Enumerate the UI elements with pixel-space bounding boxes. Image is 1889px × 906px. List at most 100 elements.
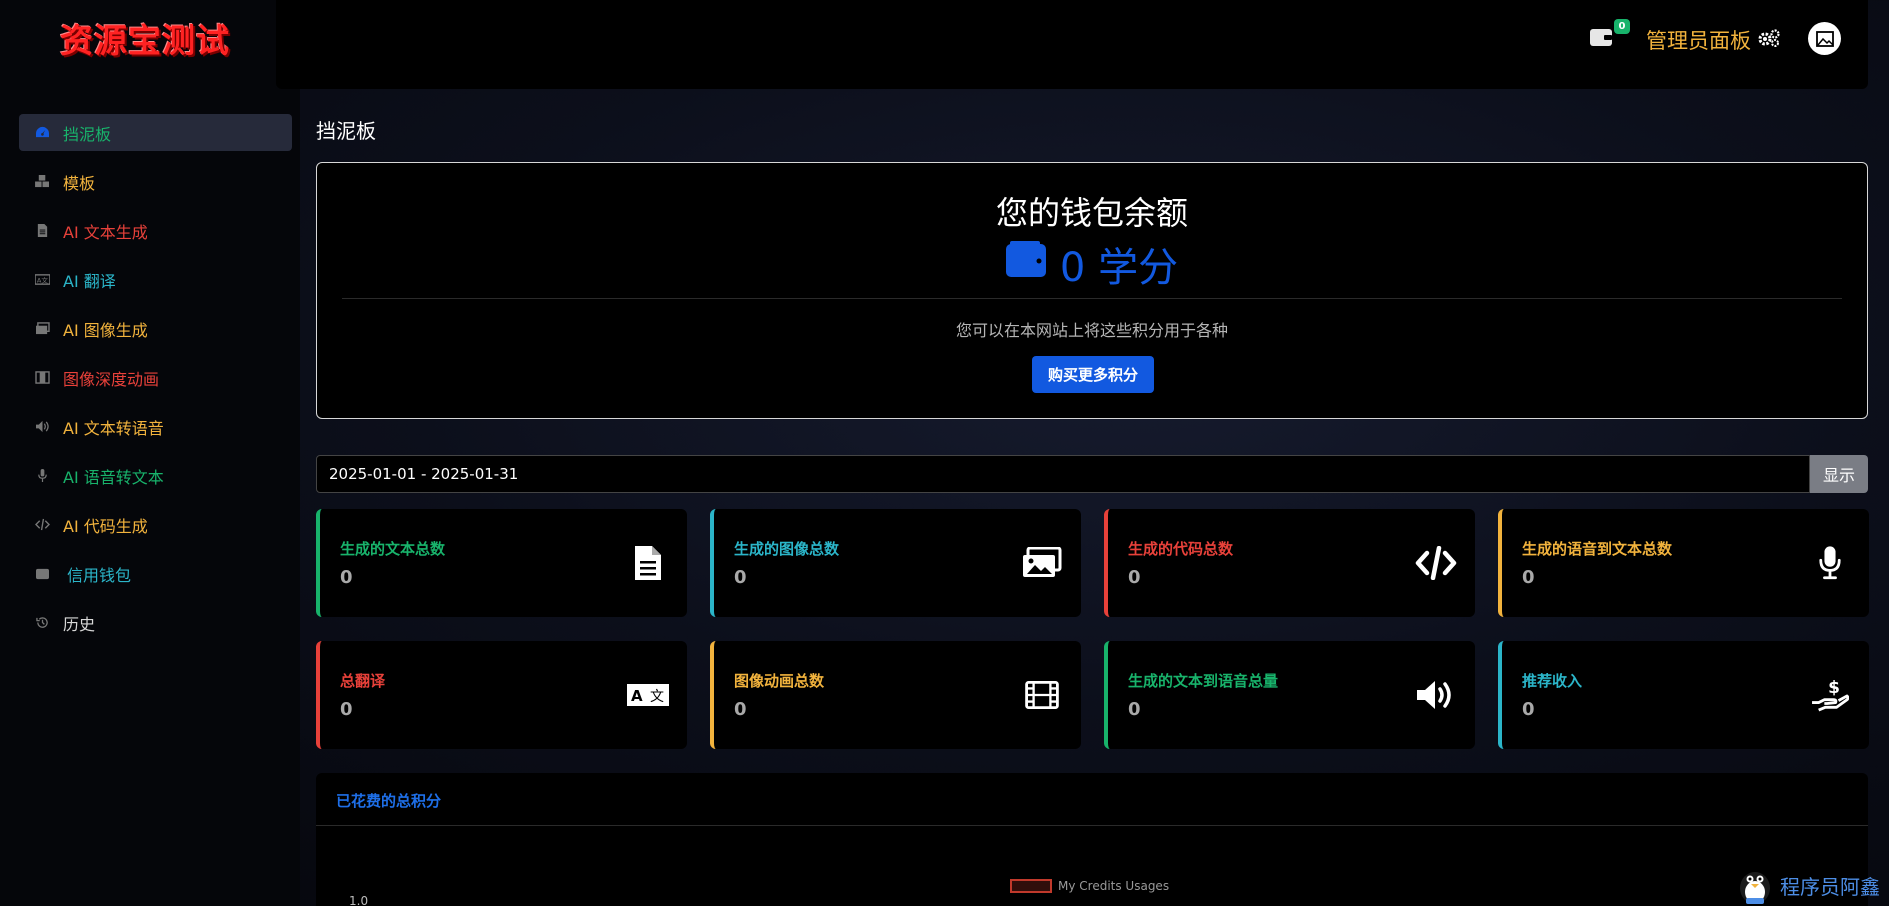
stat-label: 生成的语音到文本总数 [1522,540,1673,558]
stat-card-code-total: 生成的代码总数 0 [1104,509,1475,617]
history-icon [35,616,50,629]
microphone-icon [1809,543,1851,583]
user-avatar[interactable] [1808,22,1841,55]
wallet-balance: 0 学分 [317,235,1867,293]
svg-text:A文: A文 [37,275,48,284]
divider [316,825,1868,826]
stat-value: 0 [1128,567,1141,588]
wallet-icon [35,567,50,580]
legend-swatch [1010,879,1052,893]
stat-value: 0 [1522,699,1535,720]
film-icon [1021,675,1063,715]
sidebar-item-credit-wallet[interactable]: 信用钱包 [19,555,292,592]
app-logo[interactable]: 资源宝测试 [60,14,230,62]
sidebar-item-label: AI 代码生成 [63,516,148,536]
date-range-input[interactable]: 2025-01-01 - 2025-01-31 [316,455,1810,493]
admin-panel-label: 管理员面板 [1646,29,1751,53]
buy-credits-button[interactable]: 购买更多积分 [1032,356,1154,393]
svg-text:$: $ [1828,678,1840,698]
stat-card-text-total: 生成的文本总数 0 [316,509,687,617]
volume-icon [1415,675,1457,715]
watermark: 程序员阿鑫 [1734,864,1880,906]
image-placeholder-icon [1815,30,1834,47]
wallet-icon [1005,241,1060,287]
chart-title: 已花费的总积分 [336,792,442,810]
sidebar-item-label: 图像深度动画 [63,369,160,389]
file-text-icon [627,543,669,583]
stat-label: 生成的代码总数 [1128,540,1234,558]
sidebar-item-label: AI 文本转语音 [63,418,164,438]
svg-text:A: A [631,687,643,705]
microphone-icon [35,469,50,482]
wallet-heading: 您的钱包余额 [995,194,1188,232]
stat-card-text-to-speech-total: 生成的文本到语音总量 0 [1104,641,1475,749]
stat-value: 0 [340,699,353,720]
sidebar-item-ai-text[interactable]: AI 文本生成 [19,212,292,249]
y-tick-label: 1.0 [349,894,369,906]
watermark-text: 程序员阿鑫 [1780,874,1880,899]
sidebar-item-label: AI 文本生成 [63,222,148,242]
sidebar-item-label: 模板 [63,173,96,193]
sidebar-item-label: 信用钱包 [67,565,132,585]
sidebar-item-label: AI 图像生成 [63,320,148,340]
page-title: 挡泥板 [316,119,376,143]
sidebar-item-speech-to-text[interactable]: AI 语音转文本 [19,457,292,494]
wallet-balance-value: 0 学分 [1059,245,1179,291]
sidebar-item-image-animation[interactable]: 图像深度动画 [19,359,292,396]
wallet-description: 您可以在本网站上将这些积分用于各种 [955,321,1228,340]
code-icon [35,518,50,531]
stat-label: 图像动画总数 [734,672,825,690]
stat-label: 生成的图像总数 [734,540,840,558]
chart-legend[interactable]: My Credits Usages [1010,879,1169,893]
stat-card-speech-to-text-total: 生成的语音到文本总数 0 [1498,509,1869,617]
svg-text:文: 文 [650,689,664,705]
legend-label: My Credits Usages [1058,879,1170,893]
stat-value: 0 [734,699,747,720]
stat-value: 0 [1522,567,1535,588]
sidebar-item-ai-code[interactable]: AI 代码生成 [19,506,292,543]
images-icon [35,322,50,335]
language-icon: A文 [35,273,50,286]
sidebar: 资源宝测试 挡泥板 模板 AI 文本生成 A文 AI 翻译 AI 图像生成 图像… [0,0,300,906]
show-button[interactable]: 显示 [1810,455,1868,493]
stat-value: 0 [1128,699,1141,720]
code-icon [1415,543,1457,583]
wallet-icon[interactable] [1590,28,1612,46]
sidebar-item-ai-translate[interactable]: A文 AI 翻译 [19,261,292,298]
sidebar-item-ai-image[interactable]: AI 图像生成 [19,310,292,347]
file-text-icon [35,224,50,237]
sidebar-item-text-to-speech[interactable]: AI 文本转语音 [19,408,292,445]
dashboard-icon [35,126,50,139]
cubes-icon [35,175,50,188]
stat-card-referral-income: 推荐收入 0 $ [1498,641,1869,749]
sidebar-item-label: 历史 [63,614,96,634]
credits-spent-chart-card: 已花费的总积分 My Credits Usages 1.0 [316,773,1868,906]
language-icon: A文 [627,675,669,715]
stat-card-image-total: 生成的图像总数 0 [710,509,1081,617]
wallet-badge: 0 [1614,19,1630,34]
sidebar-item-history[interactable]: 历史 [19,604,292,641]
stat-card-translation-total: 总翻译 0 A文 [316,641,687,749]
sidebar-item-label: AI 翻译 [63,271,116,291]
wallet-balance-card: 您的钱包余额 0 学分 您可以在本网站上将这些积分用于各种 购买更多积分 [316,162,1868,419]
stat-value: 0 [340,567,353,588]
penguin-mascot-icon [1734,864,1776,906]
stat-card-image-animation-total: 图像动画总数 0 [710,641,1081,749]
stat-label: 推荐收入 [1522,672,1583,690]
stat-label: 生成的文本到语音总量 [1128,672,1279,690]
hand-dollar-icon: $ [1809,675,1851,715]
stat-label: 总翻译 [340,672,386,690]
sidebar-item-templates[interactable]: 模板 [19,163,292,200]
stat-label: 生成的文本总数 [340,540,446,558]
admin-panel-link[interactable]: 管理员面板 [1646,25,1781,55]
sidebar-item-label: 挡泥板 [63,124,112,144]
gears-icon [1751,28,1781,53]
sidebar-item-dashboard[interactable]: 挡泥板 [19,114,292,151]
film-icon [35,371,50,384]
sidebar-nav: 挡泥板 模板 AI 文本生成 A文 AI 翻译 AI 图像生成 图像深度动画 A… [19,114,292,653]
images-icon [1021,543,1063,583]
sidebar-item-label: AI 语音转文本 [63,467,164,487]
stat-value: 0 [734,567,747,588]
divider [342,298,1842,299]
volume-icon [35,420,50,433]
